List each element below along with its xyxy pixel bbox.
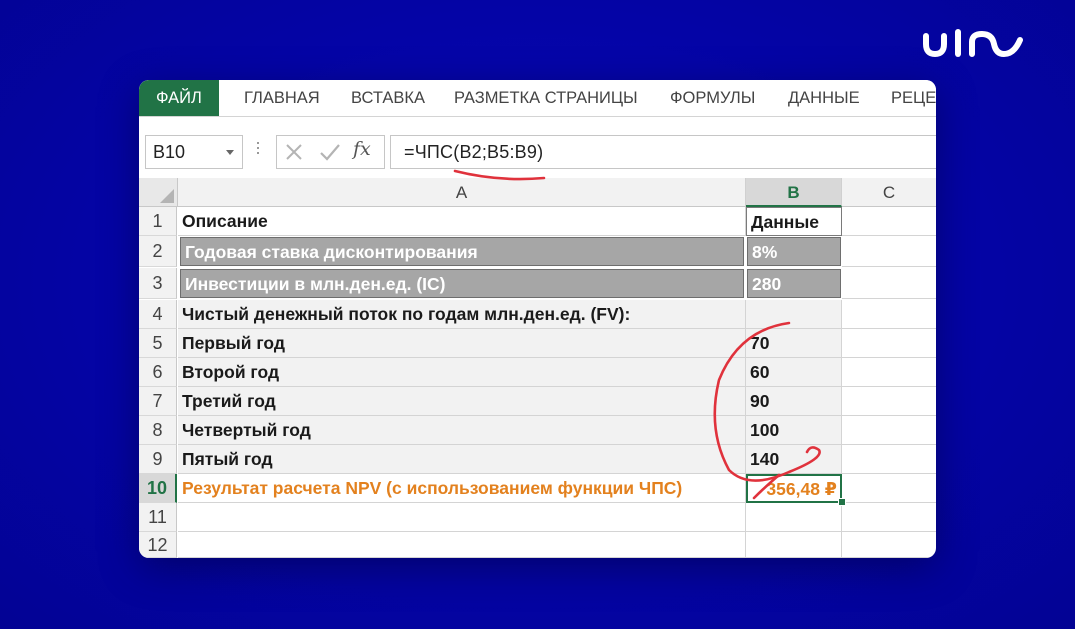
cell-a5[interactable]: Первый год <box>178 329 746 358</box>
row-header[interactable]: 6 <box>139 358 177 387</box>
cell-b9[interactable]: 140 <box>746 445 842 474</box>
cell-c3[interactable] <box>842 268 936 299</box>
insert-function-icon[interactable]: fx <box>353 138 379 164</box>
cell-a10[interactable]: Результат расчета NPV (с использованием … <box>178 474 746 503</box>
row-header[interactable]: 10 <box>139 474 177 503</box>
cell-b3[interactable]: 280 <box>747 269 841 298</box>
row-header[interactable]: 3 <box>139 268 177 299</box>
cell-c12[interactable] <box>842 532 936 558</box>
cell-b8[interactable]: 100 <box>746 416 842 445</box>
cell-c2[interactable] <box>842 236 936 267</box>
name-box-value: B10 <box>153 142 186 162</box>
cell-a4[interactable]: Чистый денежный поток по годам млн.ден.е… <box>178 300 746 329</box>
ribbon-tabs: ФАЙЛ ГЛАВНАЯ ВСТАВКА РАЗМЕТКА СТРАНИЦЫ Ф… <box>139 80 936 117</box>
cell-b10[interactable]: 356,48 ₽ <box>746 474 842 503</box>
row-header[interactable]: 11 <box>139 503 177 532</box>
formula-text: =ЧПС(B2;B5:B9) <box>404 142 544 162</box>
tab-formulas[interactable]: ФОРМУЛЫ <box>670 80 755 116</box>
cell-a9[interactable]: Пятый год <box>178 445 746 474</box>
chevron-down-icon[interactable] <box>226 150 234 155</box>
tab-insert[interactable]: ВСТАВКА <box>351 80 425 116</box>
tab-data[interactable]: ДАННЫЕ <box>788 80 860 116</box>
cancel-icon[interactable] <box>281 139 307 165</box>
fill-handle[interactable] <box>838 498 846 506</box>
cell-a8[interactable]: Четвертый год <box>178 416 746 445</box>
row-header[interactable]: 7 <box>139 387 177 416</box>
cell-c6[interactable] <box>842 358 936 387</box>
enter-check-icon[interactable] <box>317 139 343 165</box>
formula-bar: B10 fx =ЧПС(B2;B5:B9) <box>139 131 936 175</box>
name-box[interactable]: B10 <box>145 135 243 169</box>
row-header[interactable]: 12 <box>139 532 177 558</box>
row-header[interactable]: 8 <box>139 416 177 445</box>
cell-c9[interactable] <box>842 445 936 474</box>
tab-review[interactable]: РЕЦЕ <box>891 80 936 116</box>
column-header-b[interactable]: B <box>746 178 842 207</box>
cell-a2[interactable]: Годовая ставка дисконтирования <box>180 237 744 266</box>
tab-home[interactable]: ГЛАВНАЯ <box>244 80 320 116</box>
cell-b6[interactable]: 60 <box>746 358 842 387</box>
cell-c5[interactable] <box>842 329 936 358</box>
spreadsheet-grid: A B C 1 Описание Данные 2 Годовая ставка дис… <box>139 178 936 558</box>
column-header-a[interactable]: A <box>178 178 746 207</box>
formula-input[interactable]: =ЧПС(B2;B5:B9) <box>390 135 936 169</box>
cell-a7[interactable]: Третий год <box>178 387 746 416</box>
cell-b11[interactable] <box>746 503 842 532</box>
row-header[interactable]: 4 <box>139 300 177 329</box>
cell-b7[interactable]: 90 <box>746 387 842 416</box>
tab-page-layout[interactable]: РАЗМЕТКА СТРАНИЦЫ <box>454 80 638 116</box>
cell-c10[interactable] <box>842 474 936 503</box>
row-header[interactable]: 2 <box>139 236 177 267</box>
column-header-c[interactable]: C <box>842 178 936 207</box>
ribbon-body <box>139 117 936 131</box>
cell-a11[interactable] <box>178 503 746 532</box>
row-header[interactable]: 9 <box>139 445 177 474</box>
row-header[interactable]: 1 <box>139 207 177 236</box>
cell-a6[interactable]: Второй год <box>178 358 746 387</box>
cell-c8[interactable] <box>842 416 936 445</box>
tab-file[interactable]: ФАЙЛ <box>139 80 219 116</box>
cell-b1[interactable]: Данные <box>746 207 842 236</box>
cell-a1[interactable]: Описание <box>178 207 746 236</box>
formula-buttons: fx <box>276 135 385 169</box>
grip-dots-icon[interactable] <box>257 142 260 160</box>
cell-a12[interactable] <box>178 532 746 558</box>
cell-b5[interactable]: 70 <box>746 329 842 358</box>
cell-b2[interactable]: 8% <box>747 237 841 266</box>
cell-b12[interactable] <box>746 532 842 558</box>
row-header[interactable]: 5 <box>139 329 177 358</box>
select-all-corner[interactable] <box>139 178 178 207</box>
cell-c1[interactable] <box>842 207 936 236</box>
cell-c11[interactable] <box>842 503 936 532</box>
cell-a3[interactable]: Инвестиции в млн.ден.ед. (IC) <box>180 269 744 298</box>
cell-c4[interactable] <box>842 300 936 329</box>
cell-c7[interactable] <box>842 387 936 416</box>
cell-b4[interactable] <box>746 300 842 329</box>
brand-logo <box>923 29 1023 57</box>
excel-window: ФАЙЛ ГЛАВНАЯ ВСТАВКА РАЗМЕТКА СТРАНИЦЫ Ф… <box>139 80 936 558</box>
